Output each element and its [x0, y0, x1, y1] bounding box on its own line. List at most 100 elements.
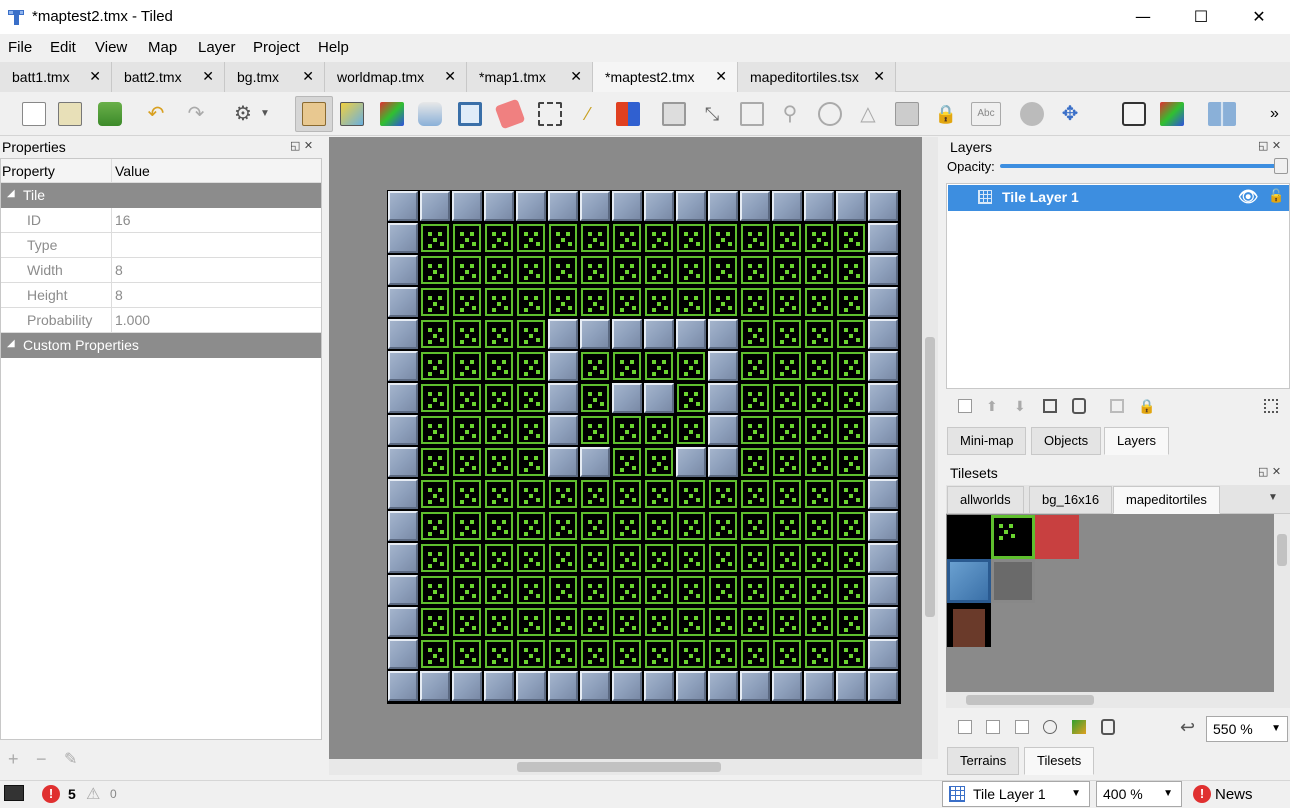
scroll-thumb[interactable]: [966, 695, 1094, 705]
grass-tile[interactable]: [580, 255, 610, 285]
wall-tile[interactable]: [676, 447, 706, 477]
shape-fill-icon[interactable]: [458, 102, 482, 126]
lower-layer-icon[interactable]: ⬇: [1014, 398, 1026, 415]
property-row[interactable]: ID 16: [1, 208, 321, 233]
grass-tile[interactable]: [580, 415, 610, 445]
wall-tile[interactable]: [452, 191, 482, 221]
grass-tile[interactable]: [452, 351, 482, 381]
scroll-thumb[interactable]: [1277, 534, 1287, 566]
grass-tile[interactable]: [452, 415, 482, 445]
grass-tile[interactable]: [836, 223, 866, 253]
grass-tile[interactable]: [740, 511, 770, 541]
wall-tile[interactable]: [388, 671, 418, 701]
grass-tile[interactable]: [772, 351, 802, 381]
wall-tile[interactable]: [612, 319, 642, 349]
grass-tile[interactable]: [740, 607, 770, 637]
grass-tile[interactable]: [644, 607, 674, 637]
grass-tile[interactable]: [484, 351, 514, 381]
wall-tile[interactable]: [388, 575, 418, 605]
grass-tile[interactable]: [676, 383, 706, 413]
close-tab-icon[interactable]: ✕: [444, 62, 456, 92]
grass-tile[interactable]: [548, 287, 578, 317]
wall-tile[interactable]: [868, 415, 898, 445]
grass-tile[interactable]: [548, 479, 578, 509]
wall-tile[interactable]: [868, 639, 898, 669]
property-row[interactable]: Height 8: [1, 283, 321, 308]
grass-tile[interactable]: [420, 415, 450, 445]
wall-tile[interactable]: [516, 191, 546, 221]
wall-tile[interactable]: [868, 255, 898, 285]
collapse-arrow-icon[interactable]: ◢: [7, 338, 15, 349]
new-tileset-icon[interactable]: [958, 720, 972, 734]
insert-template-icon[interactable]: 🔒: [934, 102, 958, 126]
eraser-icon[interactable]: [494, 98, 526, 130]
grass-tile[interactable]: [740, 479, 770, 509]
magic-wand-icon[interactable]: ⁄: [576, 102, 600, 126]
random-mode-dice-icon[interactable]: [1122, 102, 1146, 126]
grass-tile[interactable]: [676, 415, 706, 445]
grass-tile[interactable]: [644, 223, 674, 253]
tab-allworlds[interactable]: allworlds: [947, 486, 1024, 514]
wall-tile[interactable]: [548, 319, 578, 349]
wall-tile[interactable]: [580, 447, 610, 477]
wall-tile[interactable]: [580, 319, 610, 349]
wall-tile[interactable]: [420, 671, 450, 701]
grass-tile[interactable]: [452, 607, 482, 637]
grass-tile[interactable]: [676, 607, 706, 637]
tileset-zoom-combo[interactable]: 550 % ▼: [1206, 716, 1288, 742]
wall-tile[interactable]: [708, 351, 738, 381]
wall-tile[interactable]: [516, 671, 546, 701]
grass-tile[interactable]: [612, 351, 642, 381]
grass-tile[interactable]: [484, 319, 514, 349]
import-tileset-icon[interactable]: [986, 720, 1000, 734]
tileset-tile[interactable]: [947, 515, 991, 559]
wall-tile[interactable]: [548, 351, 578, 381]
open-file-icon[interactable]: [58, 102, 82, 126]
grass-tile[interactable]: [740, 447, 770, 477]
grass-tile[interactable]: [516, 511, 546, 541]
insert-text-icon[interactable]: Abc: [971, 102, 1001, 126]
grass-tile[interactable]: [644, 351, 674, 381]
grass-tile[interactable]: [484, 287, 514, 317]
grass-tile[interactable]: [836, 543, 866, 573]
menu-map[interactable]: Map: [148, 39, 177, 56]
world-tool-icon[interactable]: [1020, 102, 1044, 126]
wall-tile[interactable]: [388, 415, 418, 445]
undo-icon[interactable]: ↶: [144, 102, 168, 126]
wall-tile[interactable]: [388, 191, 418, 221]
grass-tile[interactable]: [804, 511, 834, 541]
wall-tile[interactable]: [868, 351, 898, 381]
wall-tile[interactable]: [580, 191, 610, 221]
grass-tile[interactable]: [804, 383, 834, 413]
wall-tile[interactable]: [388, 319, 418, 349]
grass-tile[interactable]: [516, 575, 546, 605]
close-tab-icon[interactable]: ✕: [89, 62, 101, 92]
grass-tile[interactable]: [644, 287, 674, 317]
wall-tile[interactable]: [388, 639, 418, 669]
wall-tile[interactable]: [868, 287, 898, 317]
dynamic-wrapping-icon[interactable]: ↩: [1180, 717, 1195, 738]
grass-tile[interactable]: [708, 223, 738, 253]
wall-tile[interactable]: [676, 671, 706, 701]
tileset-view[interactable]: [946, 514, 1274, 692]
chevron-down-icon[interactable]: ▼: [1071, 782, 1081, 806]
grass-tile[interactable]: [708, 543, 738, 573]
grass-tile[interactable]: [452, 511, 482, 541]
wall-tile[interactable]: [868, 383, 898, 413]
grass-tile[interactable]: [580, 351, 610, 381]
wall-tile[interactable]: [484, 191, 514, 221]
grass-tile[interactable]: [644, 511, 674, 541]
remove-tileset-icon[interactable]: [1101, 719, 1115, 735]
grass-tile[interactable]: [836, 479, 866, 509]
tile-map[interactable]: [387, 190, 901, 704]
grass-tile[interactable]: [612, 255, 642, 285]
tileset-menu-chevron-icon[interactable]: ▼: [1268, 492, 1278, 503]
grass-tile[interactable]: [644, 575, 674, 605]
grass-tile[interactable]: [452, 575, 482, 605]
grass-tile[interactable]: [740, 415, 770, 445]
grass-tile[interactable]: [772, 383, 802, 413]
wall-tile[interactable]: [740, 191, 770, 221]
wall-tile[interactable]: [548, 383, 578, 413]
close-button[interactable]: ✕: [1230, 0, 1288, 34]
grass-tile[interactable]: [420, 479, 450, 509]
